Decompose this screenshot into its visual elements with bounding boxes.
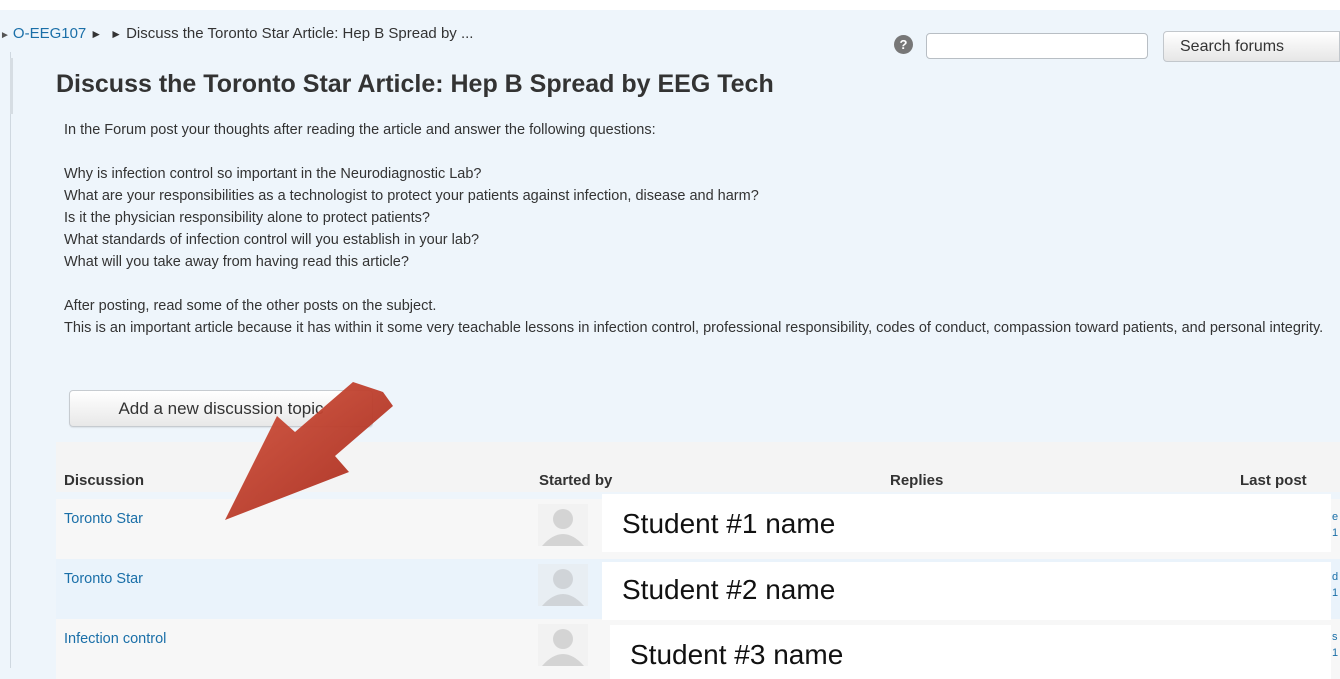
breadcrumb-separator: ►: [110, 27, 123, 41]
breadcrumb-current: Discuss the Toronto Star Article: Hep B …: [126, 25, 474, 42]
intro-closing: This is an important article because it …: [64, 320, 1324, 336]
last-post-fragment[interactable]: d1: [1332, 569, 1340, 601]
discussion-topic-link[interactable]: Toronto Star: [64, 571, 143, 587]
intro-lead: In the Forum post your thoughts after re…: [64, 122, 656, 138]
discussion-topic-link[interactable]: Toronto Star: [64, 511, 143, 527]
last-post-fragment[interactable]: e1: [1332, 509, 1340, 541]
intro-question: Why is infection control so important in…: [64, 166, 482, 182]
intro-question: What standards of infection control will…: [64, 232, 480, 248]
intro-question: What will you take away from having read…: [64, 254, 409, 270]
student-name: Student #3 name: [630, 639, 844, 670]
header-replies[interactable]: Replies: [890, 472, 943, 489]
intro-closing: After posting, read some of the other po…: [64, 298, 437, 314]
header-last-post[interactable]: Last post: [1240, 472, 1307, 489]
student-name: Student #2 name: [622, 574, 836, 605]
student-name-overlay: Student #2 name: [602, 562, 1331, 620]
intro-question: What are your responsibilities as a tech…: [64, 188, 759, 204]
red-pointer-arrow-icon: [225, 382, 393, 520]
student-name: Student #1 name: [622, 508, 836, 539]
breadcrumb-separator: ►: [90, 27, 103, 41]
page-title: Discuss the Toronto Star Article: Hep B …: [56, 70, 774, 98]
forum-intro: In the Forum post your thoughts after re…: [64, 119, 1334, 339]
default-user-avatar-icon[interactable]: [538, 564, 588, 606]
left-border: [10, 52, 11, 668]
default-user-avatar-icon[interactable]: [538, 504, 588, 546]
breadcrumb-course-link[interactable]: O-EEG107: [13, 25, 86, 42]
last-post-fragment[interactable]: s1: [1332, 629, 1340, 661]
breadcrumb-lead-arrow: ►: [0, 30, 10, 41]
search-forums-button[interactable]: Search forums: [1163, 31, 1340, 62]
header-discussion[interactable]: Discussion: [64, 472, 144, 489]
discussion-topic-link[interactable]: Infection control: [64, 631, 166, 647]
search-forums-input[interactable]: [926, 33, 1148, 59]
left-border-accent: [10, 58, 13, 114]
header-started-by[interactable]: Started by: [539, 472, 612, 489]
student-name-overlay: Student #3 name: [610, 625, 1331, 679]
intro-question: Is it the physician responsibility alone…: [64, 210, 430, 226]
student-name-overlay: Student #1 name: [602, 494, 1331, 552]
help-icon[interactable]: ?: [894, 35, 913, 54]
default-user-avatar-icon[interactable]: [538, 624, 588, 666]
breadcrumb: ► O-EEG107 ► ► Discuss the Toronto Star Arti…: [0, 25, 473, 42]
